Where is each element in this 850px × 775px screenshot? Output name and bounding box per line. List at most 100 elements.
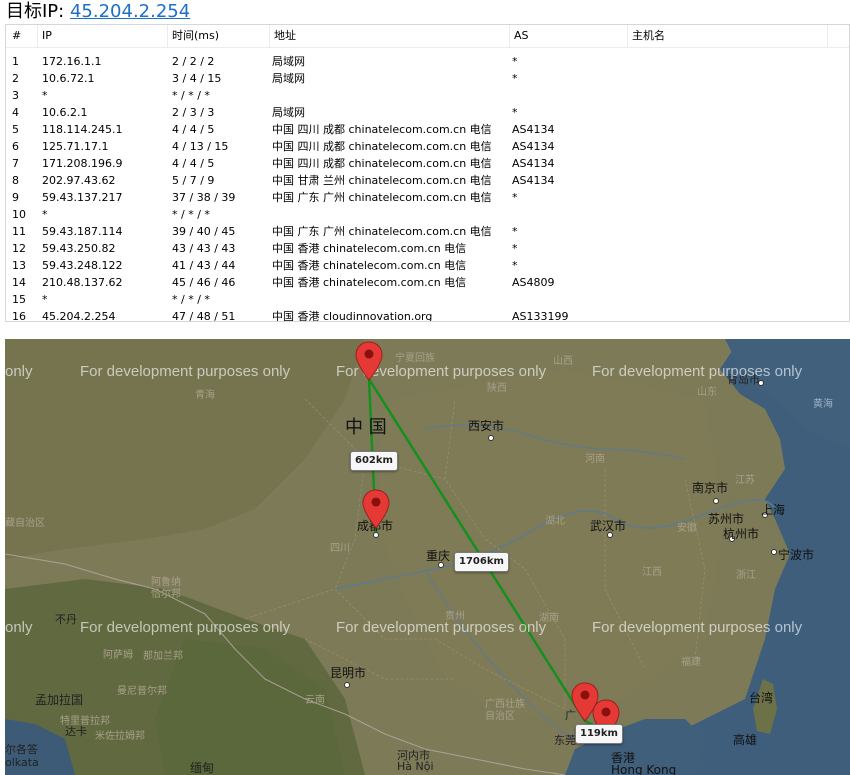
cell-address: 中国 四川 成都 chinatelecom.com.cn 电信 <box>272 140 492 153</box>
cell-as: AS133199 <box>512 310 569 322</box>
cell-address: 中国 香港 chinatelecom.com.cn 电信 <box>272 276 467 289</box>
table-row[interactable]: 6 125.71.17.1 4 / 13 / 15 中国 四川 成都 chinatel… <box>6 138 849 155</box>
column-header-time[interactable]: 时间(ms) <box>168 25 270 47</box>
table-row[interactable]: 14 210.48.137.62 45 / 46 / 46 中国 香港 chinate… <box>6 274 849 291</box>
cell-hop: 11 <box>12 225 26 238</box>
target-ip-link[interactable]: 45.204.2.254 <box>70 1 190 22</box>
cell-ip: 210.48.137.62 <box>42 276 123 289</box>
cell-time: 45 / 46 / 46 <box>172 276 236 289</box>
table-row[interactable]: 9 59.43.137.217 37 / 38 / 39 中国 广东 广州 china… <box>6 189 849 206</box>
map-label-zhejiang: 浙江 <box>736 570 756 581</box>
distance-label-segment-1: 602km <box>350 451 398 471</box>
map-watermark: For development purposes only <box>336 619 547 636</box>
table-row[interactable]: 16 45.204.2.254 47 / 48 / 51 中国 香港 cloudinn… <box>6 308 849 322</box>
cell-ip: 59.43.248.122 <box>42 259 123 272</box>
cell-as: * <box>512 225 518 238</box>
map-label-bangladesh: 孟加拉国 <box>35 693 84 707</box>
cell-time: 43 / 43 / 43 <box>172 242 236 255</box>
cell-ip: * <box>42 293 48 306</box>
map-label-wuhan: 武汉市 <box>590 519 627 533</box>
map-watermark-partial: only <box>5 619 33 636</box>
table-header: # IP 时间(ms) 地址 AS 主机名 <box>6 25 849 48</box>
cell-address: 中国 甘肃 兰州 chinatelecom.com.cn 电信 <box>272 174 492 187</box>
map-watermark-partial: only <box>5 363 33 380</box>
cell-time: * / * / * <box>172 293 210 306</box>
cell-as: AS4809 <box>512 276 555 289</box>
cell-ip: * <box>42 208 48 221</box>
map-label-hanoi: Hà Nội <box>397 760 434 773</box>
distance-label-segment-3: 119km <box>575 724 623 744</box>
cell-ip: 59.43.137.217 <box>42 191 123 204</box>
cell-ip: 10.6.72.1 <box>42 72 95 85</box>
table-row[interactable]: 5 118.114.245.1 4 / 4 / 5 中国 四川 成都 chinatel… <box>6 121 849 138</box>
map-label-yunnan: 云南 <box>305 695 325 706</box>
cell-time: 3 / 4 / 15 <box>172 72 222 85</box>
map-label-ningbo: 宁波市 <box>778 548 815 562</box>
map-label-shaanxi: 陕西 <box>487 383 507 394</box>
cell-as: * <box>512 55 518 68</box>
map-label-assam: 阿萨姆 <box>103 650 133 661</box>
map-watermark: For development purposes only <box>80 363 291 380</box>
table-row[interactable]: 15 * * / * / * <box>6 291 849 308</box>
table-row[interactable]: 12 59.43.250.82 43 / 43 / 43 中国 香港 chinatel… <box>6 240 849 257</box>
cell-time: 4 / 13 / 15 <box>172 140 229 153</box>
cell-as: * <box>512 242 518 255</box>
column-header-as[interactable]: AS <box>510 25 628 47</box>
column-header-ip[interactable]: IP <box>38 25 168 47</box>
cell-address: 中国 广东 广州 chinatelecom.com.cn 电信 <box>272 191 492 204</box>
cell-time: * / * / * <box>172 208 210 221</box>
table-row[interactable]: 1 172.16.1.1 2 / 2 / 2 局域网 * <box>6 53 849 70</box>
map-label-jiangsu: 江苏 <box>735 475 755 486</box>
cell-time: 4 / 4 / 5 <box>172 123 215 136</box>
cell-hop: 2 <box>12 72 19 85</box>
route-map[interactable]: 中 国 成都市 西安市 重庆 南京市 武汉市 上海 苏州市 杭州市 宁波市 昆明… <box>5 339 850 775</box>
cell-address: 中国 香港 chinatelecom.com.cn 电信 <box>272 259 467 272</box>
cell-hop: 4 <box>12 106 19 119</box>
cell-address: 中国 香港 chinatelecom.com.cn 电信 <box>272 242 467 255</box>
table-row[interactable]: 8 202.97.43.62 5 / 7 / 9 中国 甘肃 兰州 chinatele… <box>6 172 849 189</box>
map-marker-pin-icon[interactable] <box>355 341 383 381</box>
cell-as: AS4134 <box>512 174 555 187</box>
map-label-tibet: 藏自治区 <box>5 518 45 529</box>
map-watermark: For development purposes only <box>592 363 803 380</box>
cell-address: 中国 四川 成都 chinatelecom.com.cn 电信 <box>272 157 492 170</box>
cell-hop: 9 <box>12 191 19 204</box>
table-row[interactable]: 2 10.6.72.1 3 / 4 / 15 局域网 * <box>6 70 849 87</box>
cell-as: AS4134 <box>512 123 555 136</box>
cell-ip: 10.6.2.1 <box>42 106 88 119</box>
cell-address: 中国 广东 广州 chinatelecom.com.cn 电信 <box>272 225 492 238</box>
column-header-hostname[interactable]: 主机名 <box>628 25 828 47</box>
table-row[interactable]: 7 171.208.196.9 4 / 4 / 5 中国 四川 成都 chinatel… <box>6 155 849 172</box>
table-row[interactable]: 4 10.6.2.1 2 / 3 / 3 局域网 * <box>6 104 849 121</box>
cell-ip: 172.16.1.1 <box>42 55 102 68</box>
map-label-jiangxi: 江西 <box>642 567 662 578</box>
distance-label-segment-2: 1706km <box>454 552 509 572</box>
map-label-china: 中 国 <box>345 417 387 438</box>
cell-time: 37 / 38 / 39 <box>172 191 236 204</box>
map-label-chongqing: 重庆 <box>426 549 451 563</box>
map-label-hubei: 湖北 <box>545 516 565 527</box>
map-label-manipur: 曼尼普尔邦 <box>117 686 167 697</box>
cell-address: 中国 香港 cloudinnovation.org <box>272 310 433 322</box>
cell-time: 39 / 40 / 45 <box>172 225 236 238</box>
traceroute-table: # IP 时间(ms) 地址 AS 主机名 1 172.16.1.1 2 / 2 /… <box>5 24 850 322</box>
table-row[interactable]: 11 59.43.187.114 39 / 40 / 45 中国 广东 广州 chin… <box>6 223 849 240</box>
map-watermark: For development purposes only <box>592 619 803 636</box>
cell-hop: 16 <box>12 310 26 322</box>
map-label-henan: 河南 <box>585 454 605 465</box>
cell-address: 中国 四川 成都 chinatelecom.com.cn 电信 <box>272 123 492 136</box>
column-header-hop[interactable]: # <box>6 25 38 47</box>
map-watermark: For development purposes only <box>80 619 291 636</box>
column-header-address[interactable]: 地址 <box>270 25 510 47</box>
cell-ip: 118.114.245.1 <box>42 123 123 136</box>
map-label-kaohsiung: 高雄 <box>733 733 758 747</box>
cell-hop: 7 <box>12 157 19 170</box>
cell-hop: 14 <box>12 276 26 289</box>
cell-ip: 202.97.43.62 <box>42 174 116 187</box>
table-row[interactable]: 10 * * / * / * <box>6 206 849 223</box>
map-label-taiwan: 台湾 <box>749 691 774 705</box>
map-marker-pin-icon[interactable] <box>362 489 390 529</box>
map-label-arunachal: 阿鲁纳 恰尔邦 <box>151 577 181 600</box>
table-row[interactable]: 13 59.43.248.122 41 / 43 / 44 中国 香港 chinate… <box>6 257 849 274</box>
table-row[interactable]: 3 * * / * / * <box>6 87 849 104</box>
